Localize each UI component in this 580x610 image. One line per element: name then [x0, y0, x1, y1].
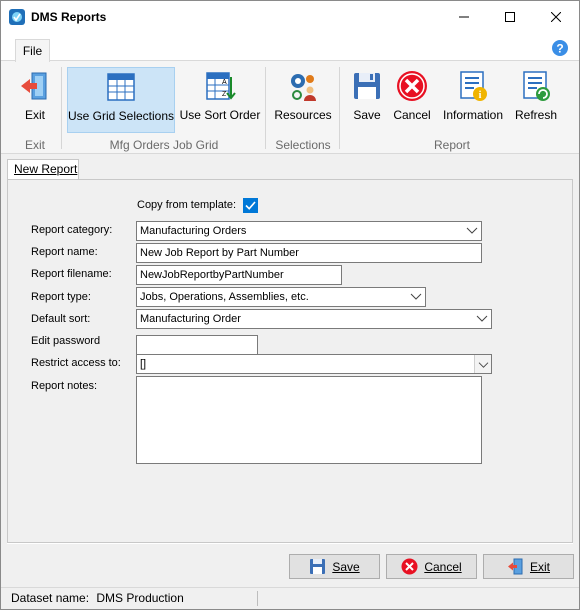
grid-icon	[107, 73, 135, 101]
chevron-down-icon	[410, 293, 422, 300]
svg-text:i: i	[479, 90, 482, 101]
help-icon[interactable]: ?	[552, 40, 568, 56]
restrict-access-select[interactable]: []	[136, 354, 492, 374]
default-sort-value: Manufacturing Order	[140, 313, 241, 325]
information-icon: i	[460, 71, 487, 101]
new-report-tab-label: New Report	[14, 162, 78, 176]
title-bar: DMS Reports	[1, 1, 579, 33]
report-name-label: Report name:	[31, 246, 98, 258]
edit-password-input[interactable]	[136, 335, 258, 355]
restrict-access-label: Restrict access to:	[31, 357, 121, 369]
report-filename-value: NewJobReportbyPartNumber	[140, 269, 284, 281]
cancel-ribbon-button[interactable]: Cancel	[391, 67, 433, 133]
resources-icon	[291, 74, 316, 101]
information-button[interactable]: i Information	[441, 67, 505, 133]
resources-label: Resources	[274, 108, 332, 122]
resources-button[interactable]: Resources	[273, 67, 333, 133]
floppy-disk-icon	[310, 559, 326, 574]
page-tab-strip: New Report	[7, 159, 573, 180]
restrict-access-dropdown-button[interactable]	[474, 355, 491, 373]
checkmark-icon	[245, 201, 256, 210]
save-button-label: Save	[332, 559, 360, 574]
report-notes-textarea[interactable]	[136, 376, 482, 464]
report-type-select[interactable]: Jobs, Operations, Assemblies, etc.	[136, 287, 426, 307]
svg-text:A: A	[222, 79, 227, 86]
floppy-disk-icon	[354, 73, 380, 99]
chevron-down-icon	[466, 227, 478, 234]
svg-text:?: ?	[556, 42, 563, 56]
cancel-button-label: Cancel	[424, 559, 462, 574]
save-ribbon-button[interactable]: Save	[347, 67, 387, 133]
information-label: Information	[442, 108, 504, 122]
cancel-button[interactable]: Cancel	[386, 554, 477, 579]
app-icon	[9, 9, 25, 25]
dataset-status: Dataset name: DMS Production	[11, 591, 184, 605]
exit-button-label: Exit	[529, 559, 550, 574]
report-category-value: Manufacturing Orders	[140, 225, 247, 237]
report-type-value: Jobs, Operations, Assemblies, etc.	[140, 291, 309, 303]
ribbon: File ? Exit Use Grid Selections A Z Use …	[1, 33, 579, 154]
dms-reports-window: DMS Reports File ? Exit Use Grid Selecti…	[0, 0, 580, 610]
report-notes-label: Report notes:	[31, 380, 98, 392]
sort-order-icon: A Z	[206, 72, 236, 100]
dataset-value: DMS Production	[96, 591, 184, 605]
ribbon-tabstrip: File ?	[1, 33, 579, 62]
close-window-button[interactable]	[533, 1, 579, 33]
report-filename-label: Report filename:	[31, 268, 112, 280]
refresh-label: Refresh	[514, 108, 558, 122]
cancel-icon	[397, 71, 427, 101]
report-name-value: New Job Report by Part Number	[140, 247, 299, 259]
default-sort-select[interactable]: Manufacturing Order	[136, 309, 492, 329]
tab-new-report[interactable]: New Report	[7, 159, 79, 180]
maximize-button[interactable]	[487, 1, 533, 33]
maximize-icon	[505, 12, 515, 22]
group-label-mfg: Mfg Orders Job Grid	[109, 138, 219, 152]
close-icon	[551, 12, 561, 22]
exit-door-icon	[507, 558, 523, 575]
report-category-label: Report category:	[31, 224, 113, 236]
ribbon-separator	[265, 67, 266, 149]
tab-file[interactable]: File	[15, 39, 50, 62]
exit-label: Exit	[24, 108, 45, 122]
svg-text:Z: Z	[222, 91, 227, 98]
use-grid-selections-label: Use Grid Selections	[67, 109, 175, 123]
window-title: DMS Reports	[31, 10, 107, 24]
use-sort-order-label: Use Sort Order	[179, 108, 261, 122]
cancel-label: Cancel	[393, 108, 431, 122]
group-label-exit: Exit	[24, 138, 45, 152]
status-bar: Dataset name: DMS Production	[1, 587, 579, 609]
dataset-label: Dataset name:	[11, 591, 90, 605]
group-label-report: Report	[433, 138, 471, 152]
group-label-selections: Selections	[275, 138, 331, 152]
exit-button[interactable]: Exit	[483, 554, 574, 579]
minimize-button[interactable]	[441, 1, 487, 33]
ribbon-separator	[61, 67, 62, 149]
chevron-down-icon	[478, 362, 489, 368]
edit-password-label: Edit password	[31, 335, 101, 347]
exit-door-icon	[21, 72, 47, 100]
save-label: Save	[353, 108, 381, 122]
save-button[interactable]: Save	[289, 554, 380, 579]
report-name-input[interactable]: New Job Report by Part Number	[136, 243, 482, 263]
refresh-button[interactable]: Refresh	[513, 67, 559, 133]
ribbon-separator	[339, 67, 340, 149]
default-sort-label: Default sort:	[31, 313, 91, 325]
exit-ribbon-button[interactable]: Exit	[15, 67, 55, 133]
report-type-label: Report type:	[31, 291, 91, 303]
cancel-icon	[401, 558, 418, 575]
restrict-access-value: []	[140, 358, 147, 370]
copy-from-template-label: Copy from template:	[137, 199, 237, 211]
use-grid-selections-button[interactable]: Use Grid Selections	[67, 67, 175, 133]
minimize-icon	[459, 16, 469, 18]
use-sort-order-button[interactable]: A Z Use Sort Order	[179, 67, 261, 133]
report-category-select[interactable]: Manufacturing Orders	[136, 221, 482, 241]
chevron-down-icon	[476, 315, 488, 322]
report-filename-input[interactable]: NewJobReportbyPartNumber	[136, 265, 342, 285]
refresh-icon	[523, 71, 550, 101]
status-divider	[257, 591, 258, 606]
copy-from-template-checkbox[interactable]	[243, 198, 258, 213]
